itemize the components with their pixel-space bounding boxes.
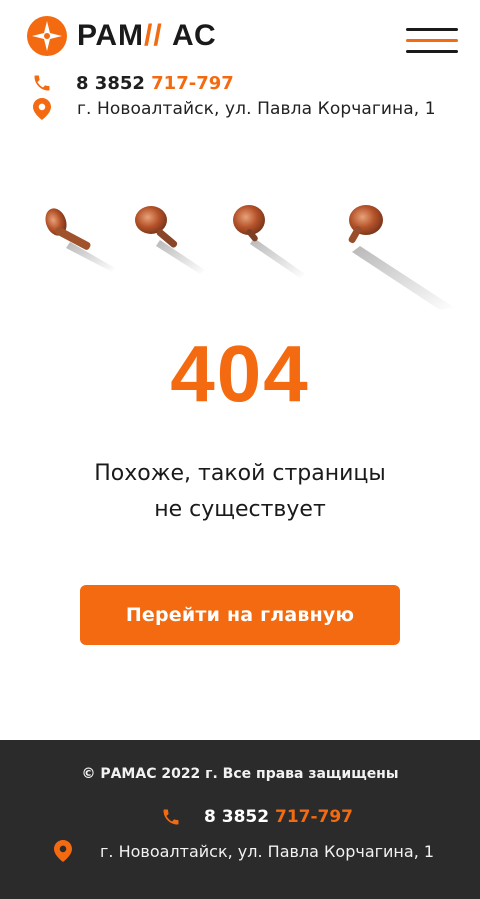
phone-prefix: 8 3852 (76, 72, 152, 94)
logo-text-accent: // (144, 19, 173, 52)
footer-address: г. Новоалтайск, ул. Павла Корчагина, 1 (52, 840, 434, 862)
rusty-nails-illustration (45, 205, 455, 310)
copyright-text: © РАМАС 2022 г. Все права защищены (81, 766, 399, 782)
footer-phone[interactable]: 8 3852 717-797 (160, 806, 353, 828)
error-message-line2: не существует (154, 497, 326, 522)
logo-text-right: АС (172, 19, 217, 52)
header-address: г. Новоалтайск, ул. Павла Корчагина, 1 (31, 98, 436, 120)
header-address-text: г. Новоалтайск, ул. Павла Корчагина, 1 (77, 99, 436, 119)
logo-text-left: РАМ (77, 19, 145, 52)
footer-address-text: г. Новоалтайск, ул. Павла Корчагина, 1 (100, 841, 435, 861)
phone-icon (31, 72, 53, 94)
go-home-button[interactable]: Перейти на главную (80, 585, 400, 645)
menu-line (406, 39, 458, 42)
error-code: 404 (170, 329, 310, 418)
star-compass-logo-icon (27, 16, 67, 56)
logo-wordmark: РАМ// АС (77, 16, 217, 56)
hamburger-menu-icon[interactable] (404, 26, 460, 56)
menu-line (406, 50, 458, 53)
phone-icon (160, 806, 182, 828)
site-footer: © РАМАС 2022 г. Все права защищены 8 385… (0, 740, 480, 899)
site-header: РАМ// АС 8 3852 717-797 г. Новоалтайск, … (0, 0, 480, 140)
header-phone[interactable]: 8 3852 717-797 (31, 72, 234, 94)
phone-number: 717-797 (274, 807, 354, 827)
phone-number: 717-797 (151, 72, 234, 94)
location-pin-icon (52, 840, 74, 862)
logo-link[interactable]: РАМ// АС (27, 16, 217, 56)
phone-prefix: 8 3852 (204, 807, 275, 827)
error-message-line1: Похоже, такой страницы (94, 461, 386, 486)
menu-line (406, 28, 458, 31)
location-pin-icon (31, 98, 53, 120)
footer-phone-text: 8 3852 717-797 (204, 807, 353, 827)
header-phone-text: 8 3852 717-797 (76, 73, 234, 94)
error-message: Похоже, такой страницы не существует (40, 456, 440, 528)
